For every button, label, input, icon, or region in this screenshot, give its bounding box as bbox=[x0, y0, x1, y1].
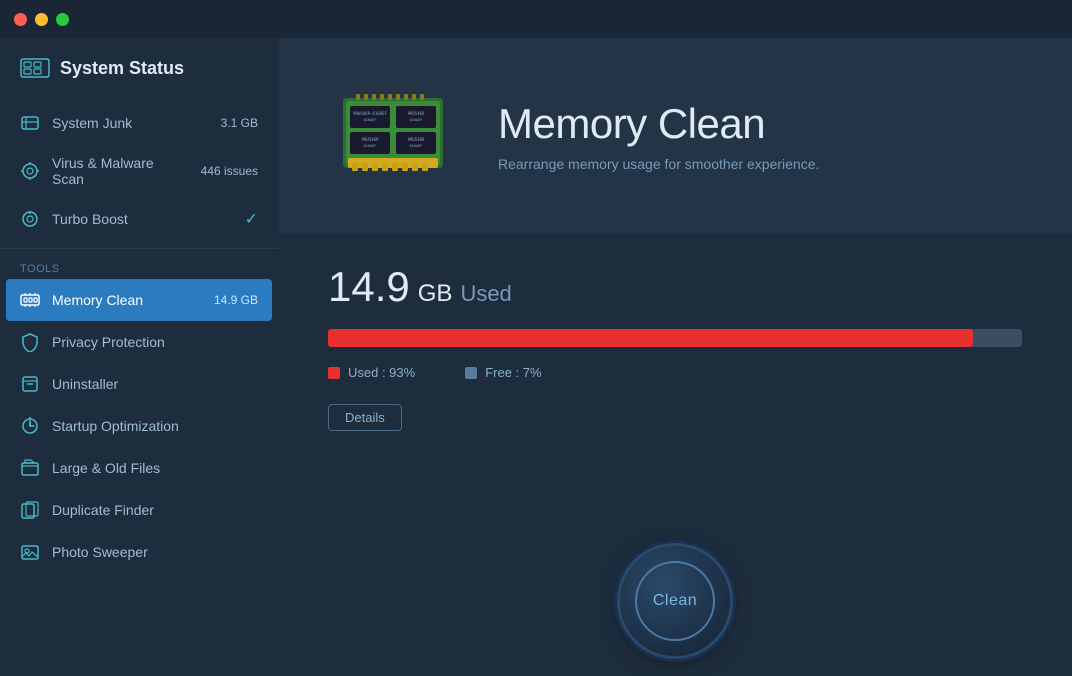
photo-sweeper-icon bbox=[20, 542, 40, 562]
legend-used-dot bbox=[328, 367, 340, 379]
memory-clean-hero-icon: 99U5469-016AEF 016AEF 99U5469 016AEF 99U… bbox=[328, 68, 458, 203]
memory-clean-badge: 14.9 GB bbox=[214, 293, 258, 307]
uninstaller-icon bbox=[20, 374, 40, 394]
memory-used-display: 14.9 GB Used bbox=[328, 263, 1022, 311]
svg-text:016AEF: 016AEF bbox=[364, 118, 377, 122]
svg-text:99U5469: 99U5469 bbox=[408, 137, 425, 142]
svg-text:016AEF: 016AEF bbox=[410, 144, 423, 148]
sidebar-item-memory-clean[interactable]: Memory Clean 14.9 GB bbox=[6, 279, 272, 321]
memory-progress-fill bbox=[328, 329, 973, 347]
sidebar-item-system-junk[interactable]: System Junk 3.1 GB bbox=[0, 102, 278, 144]
legend-used: Used : 93% bbox=[328, 365, 415, 380]
virus-malware-icon bbox=[20, 161, 40, 181]
privacy-protection-icon bbox=[20, 332, 40, 352]
details-button[interactable]: Details bbox=[328, 404, 402, 431]
turbo-boost-label: Turbo Boost bbox=[52, 211, 233, 227]
sidebar-item-duplicate-finder[interactable]: Duplicate Finder bbox=[0, 489, 278, 531]
sidebar-item-uninstaller[interactable]: Uninstaller bbox=[0, 363, 278, 405]
duplicate-finder-label: Duplicate Finder bbox=[52, 502, 258, 518]
legend-free: Free : 7% bbox=[465, 365, 541, 380]
clean-button-area: Clean bbox=[278, 531, 1072, 676]
clean-button-label: Clean bbox=[653, 592, 697, 610]
content-area: 99U5469-016AEF 016AEF 99U5469 016AEF 99U… bbox=[278, 38, 1072, 676]
system-junk-icon bbox=[20, 113, 40, 133]
memory-used-number: 14.9 bbox=[328, 263, 410, 311]
virus-malware-badge: 446 issues bbox=[201, 164, 258, 178]
sidebar-divider bbox=[0, 248, 278, 249]
sidebar-item-virus-malware[interactable]: Virus & Malware Scan 446 issues bbox=[0, 144, 278, 198]
hero-subtitle: Rearrange memory usage for smoother expe… bbox=[498, 156, 819, 172]
turbo-boost-icon bbox=[20, 209, 40, 229]
turbo-boost-check: ✓ bbox=[245, 209, 258, 229]
sidebar-item-startup-optimization[interactable]: Startup Optimization bbox=[0, 405, 278, 447]
uninstaller-label: Uninstaller bbox=[52, 376, 258, 392]
sidebar: System Status System Junk 3.1 GB Virus & bbox=[0, 38, 278, 676]
sidebar-item-turbo-boost[interactable]: Turbo Boost ✓ bbox=[0, 198, 278, 240]
close-button[interactable] bbox=[14, 13, 27, 26]
sidebar-item-photo-sweeper[interactable]: Photo Sweeper bbox=[0, 531, 278, 573]
maximize-button[interactable] bbox=[56, 13, 69, 26]
memory-clean-icon bbox=[20, 290, 40, 310]
large-old-files-label: Large & Old Files bbox=[52, 460, 258, 476]
memory-legend: Used : 93% Free : 7% bbox=[328, 365, 1022, 380]
system-junk-label: System Junk bbox=[52, 115, 209, 131]
tools-section-label: Tools bbox=[0, 257, 278, 279]
large-old-files-icon bbox=[20, 458, 40, 478]
startup-optimization-icon bbox=[20, 416, 40, 436]
sidebar-title: System Status bbox=[60, 58, 184, 79]
main-layout: System Status System Junk 3.1 GB Virus & bbox=[0, 38, 1072, 676]
clean-button-inner: Clean bbox=[635, 561, 715, 641]
privacy-protection-label: Privacy Protection bbox=[52, 334, 258, 350]
memory-used-unit: GB bbox=[418, 280, 453, 308]
sidebar-item-large-old-files[interactable]: Large & Old Files bbox=[0, 447, 278, 489]
title-bar bbox=[0, 0, 1072, 38]
startup-optimization-label: Startup Optimization bbox=[52, 418, 258, 434]
memory-clean-label: Memory Clean bbox=[52, 292, 202, 308]
virus-malware-label: Virus & Malware Scan bbox=[52, 155, 189, 187]
legend-free-label: Free : 7% bbox=[485, 365, 541, 380]
legend-free-dot bbox=[465, 367, 477, 379]
system-junk-badge: 3.1 GB bbox=[221, 116, 258, 130]
traffic-lights bbox=[14, 13, 69, 26]
hero-section: 99U5469-016AEF 016AEF 99U5469 016AEF 99U… bbox=[278, 38, 1072, 233]
hero-title: Memory Clean bbox=[498, 100, 819, 148]
minimize-button[interactable] bbox=[35, 13, 48, 26]
svg-text:99U5469-016AEF: 99U5469-016AEF bbox=[353, 111, 387, 116]
clean-button[interactable]: Clean bbox=[620, 546, 730, 656]
sidebar-header: System Status bbox=[0, 38, 278, 102]
system-status-icon bbox=[20, 56, 50, 80]
sidebar-item-privacy-protection[interactable]: Privacy Protection bbox=[0, 321, 278, 363]
memory-used-text: Used bbox=[460, 281, 511, 307]
svg-text:016AEF: 016AEF bbox=[410, 118, 423, 122]
svg-text:99U5469: 99U5469 bbox=[362, 137, 379, 142]
photo-sweeper-label: Photo Sweeper bbox=[52, 544, 258, 560]
hero-text: Memory Clean Rearrange memory usage for … bbox=[498, 100, 819, 172]
ram-chip-svg: 99U5469-016AEF 016AEF 99U5469 016AEF 99U… bbox=[328, 68, 458, 198]
svg-text:99U5469: 99U5469 bbox=[408, 111, 425, 116]
memory-progress-bar bbox=[328, 329, 1022, 347]
duplicate-finder-icon bbox=[20, 500, 40, 520]
legend-used-label: Used : 93% bbox=[348, 365, 415, 380]
svg-text:016AEF: 016AEF bbox=[364, 144, 377, 148]
stats-section: 14.9 GB Used Used : 93% Free : 7% Detail… bbox=[278, 233, 1072, 531]
